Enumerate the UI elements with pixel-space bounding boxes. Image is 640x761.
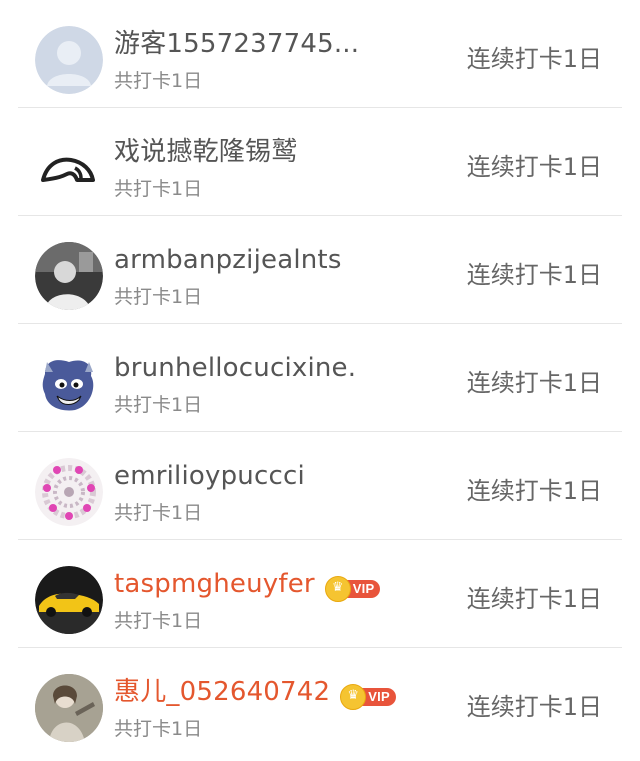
user-name[interactable]: 戏说撼乾隆锡鹫 <box>114 134 297 170</box>
streak-days: 连续打卡1日 <box>466 477 602 505</box>
streak-days: 连续打卡1日 <box>466 45 602 73</box>
total-checkin-days: 共打卡1日 <box>114 502 203 524</box>
vip-badge: ♛ VIP <box>340 679 396 710</box>
user-name[interactable]: 游客1557237745... <box>114 26 359 62</box>
avatar[interactable] <box>35 458 103 526</box>
user-name-text[interactable]: taspmgheuyfer <box>114 569 315 599</box>
avatar[interactable] <box>35 242 103 310</box>
total-checkin-days: 共打卡1日 <box>114 394 203 416</box>
user-name[interactable]: emrilioypuccci <box>114 458 305 494</box>
user-name[interactable]: 惠儿_052640742 ♛ VIP <box>114 674 396 710</box>
crown-icon: ♛ <box>340 684 367 710</box>
total-checkin-days: 共打卡1日 <box>114 718 203 740</box>
total-checkin-days: 共打卡1日 <box>114 178 203 200</box>
list-item[interactable]: armbanpzijealnts 共打卡1日 连续打卡1日 <box>0 216 640 324</box>
user-name-text[interactable]: 惠儿_052640742 <box>114 677 330 707</box>
checkin-user-list: 游客1557237745... 共打卡1日 连续打卡1日 戏说撼乾隆锡鹫 共打卡… <box>0 0 640 761</box>
user-name[interactable]: taspmgheuyfer ♛ VIP <box>114 566 381 602</box>
user-name[interactable]: armbanpzijealnts <box>114 242 342 278</box>
avatar[interactable] <box>35 26 103 94</box>
avatar[interactable] <box>35 674 103 742</box>
streak-days: 连续打卡1日 <box>466 153 602 181</box>
avatar[interactable] <box>35 134 103 202</box>
avatar[interactable] <box>35 350 103 418</box>
list-item[interactable]: brunhellocucixine. 共打卡1日 连续打卡1日 <box>0 324 640 432</box>
yellow-car-icon <box>35 566 103 634</box>
list-item[interactable]: 戏说撼乾隆锡鹫 共打卡1日 连续打卡1日 <box>0 108 640 216</box>
list-item[interactable]: emrilioypuccci 共打卡1日 连续打卡1日 <box>0 432 640 540</box>
list-item[interactable]: 游客1557237745... 共打卡1日 连续打卡1日 <box>0 0 640 108</box>
streak-days: 连续打卡1日 <box>466 693 602 721</box>
user-name[interactable]: brunhellocucixine. <box>114 350 356 386</box>
photo-avatar-icon <box>35 242 103 310</box>
default-user-icon <box>35 26 103 94</box>
total-checkin-days: 共打卡1日 <box>114 70 203 92</box>
streak-days: 连续打卡1日 <box>466 369 602 397</box>
total-checkin-days: 共打卡1日 <box>114 610 203 632</box>
list-item[interactable]: 惠儿_052640742 ♛ VIP 共打卡1日 连续打卡1日 <box>0 648 640 756</box>
list-item[interactable]: taspmgheuyfer ♛ VIP 共打卡1日 连续打卡1日 <box>0 540 640 648</box>
streak-days: 连续打卡1日 <box>466 585 602 613</box>
vip-badge: ♛ VIP <box>324 571 381 602</box>
cartoon-creature-icon <box>35 350 103 418</box>
helmet-logo-icon <box>35 134 103 202</box>
crown-icon: ♛ <box>324 576 351 602</box>
flower-pattern-icon <box>35 458 103 526</box>
streak-days: 连续打卡1日 <box>466 261 602 289</box>
illustrated-person-icon <box>35 674 103 742</box>
avatar[interactable] <box>35 566 103 634</box>
total-checkin-days: 共打卡1日 <box>114 286 203 308</box>
